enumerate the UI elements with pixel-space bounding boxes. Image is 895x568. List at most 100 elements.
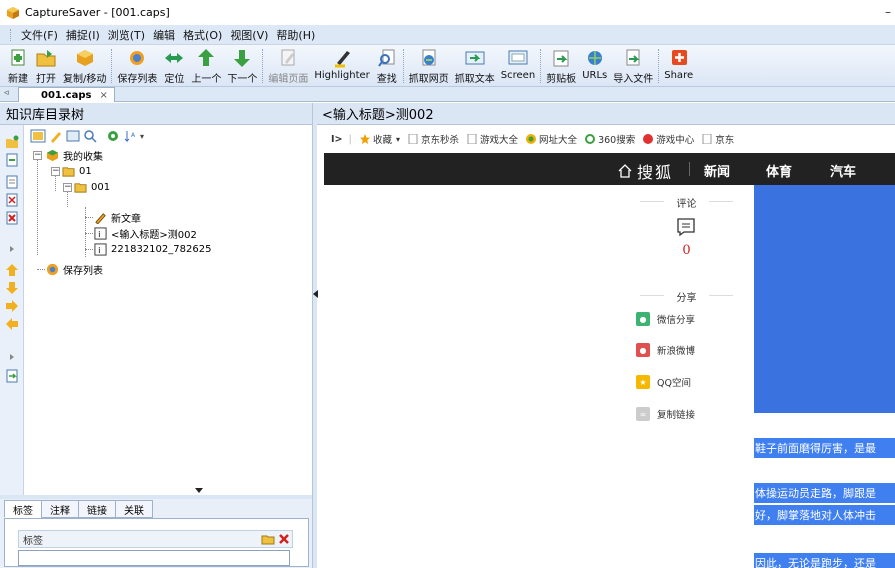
remove-icon[interactable] xyxy=(5,211,19,225)
tree-node-selected-page[interactable]: i <输入标题>测002 xyxy=(94,225,197,241)
comment-icon[interactable] xyxy=(676,217,696,237)
menu-view[interactable]: 视图(V) xyxy=(226,27,272,43)
bookmarks-toggle[interactable]: I> | xyxy=(331,134,352,145)
svg-text:i: i xyxy=(98,229,100,239)
tab-links[interactable]: 链接 xyxy=(78,500,116,518)
import-file-button[interactable]: 导入文件 xyxy=(610,45,656,85)
tree-node-new-article[interactable]: 新文章 xyxy=(94,209,141,225)
copy-move-button[interactable]: 复制/移动 xyxy=(60,45,109,85)
properties-tabs: 标签 注释 链接 关联 xyxy=(4,500,153,518)
tree-view-icon[interactable] xyxy=(30,129,46,143)
find-button[interactable]: 查找 xyxy=(373,45,401,85)
refresh-icon[interactable] xyxy=(106,129,120,143)
edit-page-icon xyxy=(281,49,295,66)
highlighter-button[interactable]: Highlighter xyxy=(311,45,372,85)
zoom-icon[interactable] xyxy=(83,129,97,143)
capture-text-button[interactable]: 抓取文本 xyxy=(452,45,498,85)
clipboard-button[interactable]: 剪贴板 xyxy=(543,45,579,85)
menu-help[interactable]: 帮助(H) xyxy=(272,27,319,43)
weibo-icon: ● xyxy=(636,343,650,357)
bookmark-games[interactable]: 游戏大全 xyxy=(467,132,518,146)
delete-tag-icon[interactable] xyxy=(278,533,290,545)
vertical-splitter[interactable] xyxy=(312,103,318,568)
sort-dropdown-icon[interactable]: ▾ xyxy=(140,132,144,141)
collapse-down-icon[interactable] xyxy=(195,488,203,493)
open-button[interactable]: 打开 xyxy=(32,45,60,85)
bookmark-collect[interactable]: 收藏 ▾ xyxy=(359,132,400,146)
share-weibo[interactable]: ● 新浪微博 xyxy=(636,343,695,357)
tab-scroll-left-icon[interactable]: ◃ xyxy=(4,88,9,98)
export-icon[interactable] xyxy=(5,369,19,383)
new-folder-icon[interactable] xyxy=(5,135,19,149)
nav-auto[interactable]: 汽车 xyxy=(830,161,856,180)
collapse-toggle[interactable]: − xyxy=(33,151,42,160)
move-right-icon[interactable] xyxy=(5,299,19,313)
star-icon xyxy=(359,134,370,144)
tab-notes[interactable]: 注释 xyxy=(41,500,79,518)
bookmark-jd[interactable]: 京东 xyxy=(702,132,734,146)
comment-count[interactable]: 0 xyxy=(634,243,739,258)
move-down-icon[interactable] xyxy=(5,281,19,295)
urls-globe-icon xyxy=(587,51,602,65)
capture-web-button[interactable]: 抓取网页 xyxy=(406,45,452,85)
urls-button[interactable]: URLs xyxy=(579,45,610,85)
nav-sports[interactable]: 体育 xyxy=(766,161,792,180)
list-view-icon[interactable] xyxy=(66,129,80,143)
edit-page-button[interactable]: 编辑页面 xyxy=(265,45,311,85)
move-left-icon[interactable] xyxy=(5,317,19,331)
tree-node-page-number[interactable]: i 221832102_782625 xyxy=(94,241,211,257)
delete-page-icon[interactable] xyxy=(5,193,19,207)
bookmark-360-search[interactable]: 360搜索 xyxy=(585,132,635,146)
tree-node-folder-01[interactable]: 01 xyxy=(62,163,92,179)
tab-001-caps[interactable]: 001.caps × xyxy=(18,87,115,102)
menu-edit[interactable]: 编辑 xyxy=(149,27,179,43)
add-tag-icon[interactable] xyxy=(261,533,275,545)
collapse-toggle[interactable]: − xyxy=(51,167,60,176)
article-image-placeholder xyxy=(754,185,895,413)
collapse-toggle[interactable]: − xyxy=(63,183,72,192)
sohu-logo[interactable]: 搜狐 xyxy=(617,159,673,183)
save-list-button[interactable]: 保存列表 xyxy=(114,45,160,85)
tree-node-saved-list[interactable]: 保存列表 xyxy=(46,261,103,277)
edit-pen-icon[interactable] xyxy=(49,129,63,143)
minimize-button[interactable]: – xyxy=(885,5,891,19)
share-button[interactable]: Share xyxy=(661,45,696,85)
share-wechat[interactable]: ● 微信分享 xyxy=(636,312,695,326)
bookmark-game-center[interactable]: 游戏中心 xyxy=(643,132,694,146)
share-copy-link[interactable]: ∞ 复制链接 xyxy=(636,407,695,421)
knowledge-tree-panel: A ▾ − 我的收集 − 01 − 001 新文章 i <输入标题>测002 i… xyxy=(0,125,312,495)
new-button[interactable]: 新建 xyxy=(4,45,32,85)
page-icon: i xyxy=(94,242,107,256)
menu-browse[interactable]: 浏览(T) xyxy=(104,27,149,43)
tab-tags[interactable]: 标签 xyxy=(4,500,42,518)
menu-capture[interactable]: 捕捉(I) xyxy=(62,27,104,43)
prev-button[interactable]: 上一个 xyxy=(188,45,224,85)
tab-relations[interactable]: 关联 xyxy=(115,500,153,518)
nav-news[interactable]: 新闻 xyxy=(704,161,730,180)
menu-file[interactable]: 文件(F) xyxy=(17,27,62,43)
bookmark-jd-flash[interactable]: 京东秒杀 xyxy=(408,132,459,146)
add-page-icon[interactable] xyxy=(5,153,19,167)
tag-header: 标签 xyxy=(18,530,293,548)
copy-move-icon xyxy=(76,50,93,66)
tree-node-folder-001[interactable]: 001 xyxy=(74,179,110,195)
move-up-icon[interactable] xyxy=(5,263,19,277)
screen-capture-icon xyxy=(508,50,528,65)
sort-icon[interactable]: A xyxy=(123,129,137,143)
tree-node-my-collection[interactable]: 我的收集 xyxy=(46,147,103,163)
collapse-left-icon[interactable] xyxy=(313,290,318,298)
close-icon[interactable]: × xyxy=(99,90,107,101)
window-title: CaptureSaver - [001.caps] xyxy=(25,6,170,19)
menubar-grip xyxy=(10,28,13,41)
folder-icon xyxy=(74,182,87,193)
screen-button[interactable]: Screen xyxy=(498,45,538,85)
comment-section-title: 评论 xyxy=(634,195,739,210)
locate-button[interactable]: 定位 xyxy=(160,45,188,85)
menu-format[interactable]: 格式(O) xyxy=(179,27,226,43)
share-qzone[interactable]: ★ QQ空间 xyxy=(636,375,691,389)
page-icon xyxy=(702,134,712,144)
tag-input[interactable] xyxy=(18,550,290,566)
properties-icon[interactable] xyxy=(5,175,19,189)
bookmark-site-nav[interactable]: 网址大全 xyxy=(526,132,577,146)
next-button[interactable]: 下一个 xyxy=(224,45,260,85)
